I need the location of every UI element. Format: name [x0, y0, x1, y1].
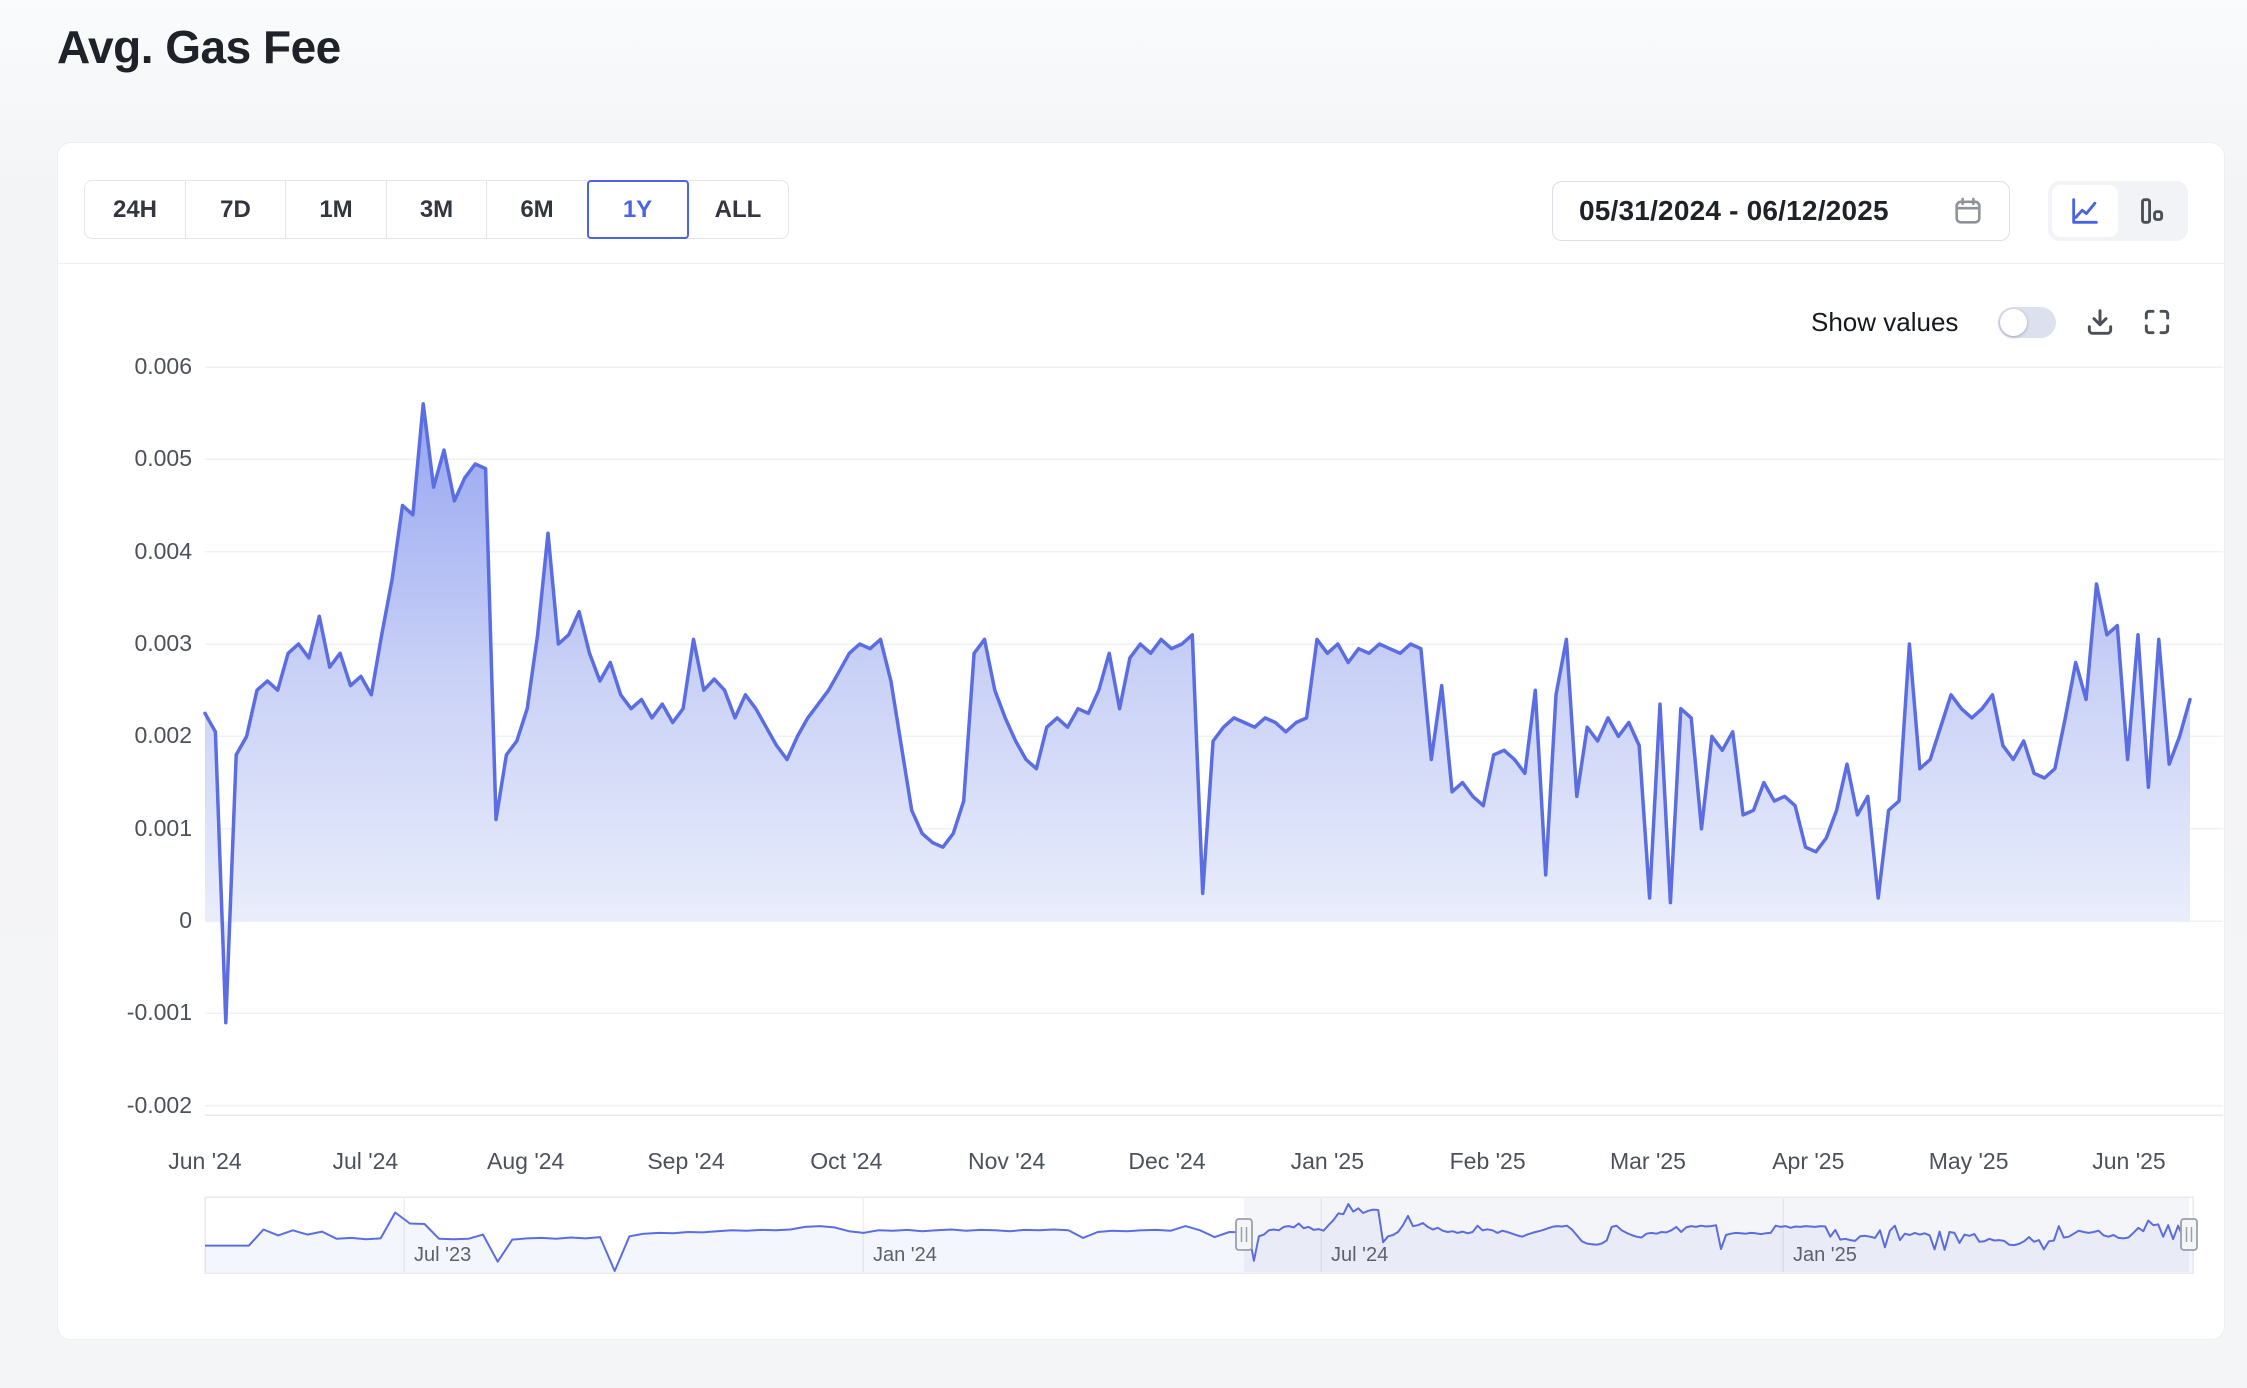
y-axis-label: 0.001 — [57, 815, 192, 842]
date-range-text: 05/31/2024 - 06/12/2025 — [1579, 195, 1889, 227]
view-mode-toggle — [2048, 181, 2188, 241]
show-values-label: Show values — [1811, 307, 1958, 338]
download-tray-icon — [2084, 306, 2116, 338]
range-button-1m[interactable]: 1M — [285, 180, 387, 239]
x-axis-label: Dec '24 — [1087, 1148, 1247, 1175]
download-button[interactable] — [2083, 305, 2117, 339]
navigator-label: Jul '24 — [1331, 1244, 1388, 1267]
line-chart-view-button[interactable] — [2052, 185, 2118, 237]
range-button-all[interactable]: ALL — [687, 180, 789, 239]
y-axis-label: -0.002 — [57, 1092, 192, 1119]
toggle-knob — [2000, 309, 2027, 336]
x-axis-label: Oct '24 — [766, 1148, 926, 1175]
y-axis-label: 0 — [57, 907, 192, 934]
date-range-picker[interactable]: 05/31/2024 - 06/12/2025 — [1552, 181, 2010, 241]
x-axis-label: Mar '25 — [1568, 1148, 1728, 1175]
navigator-label: Jan '24 — [873, 1244, 937, 1267]
x-axis-label: Nov '24 — [927, 1148, 1087, 1175]
x-axis-label: Jul '24 — [285, 1148, 445, 1175]
y-axis-label: -0.001 — [57, 999, 192, 1026]
page-title: Avg. Gas Fee — [57, 20, 341, 74]
chart-controls-row: Show values — [58, 303, 2224, 343]
gas-fee-widget: Avg. Gas Fee 24H 7D 1M 3M 6M 1Y ALL 05/3… — [0, 0, 2247, 1388]
x-axis-label: May '25 — [1889, 1148, 2049, 1175]
time-range-group: 24H 7D 1M 3M 6M 1Y ALL — [84, 180, 789, 239]
range-button-3m[interactable]: 3M — [386, 180, 488, 239]
fullscreen-button[interactable] — [2140, 305, 2174, 339]
range-button-6m[interactable]: 6M — [486, 180, 588, 239]
header-divider — [58, 263, 2224, 264]
plot-area[interactable] — [205, 340, 2223, 1115]
x-axis-label: Jun '24 — [125, 1148, 285, 1175]
x-axis-label: Sep '24 — [606, 1148, 766, 1175]
range-button-24h[interactable]: 24H — [84, 180, 186, 239]
y-axis-label: 0.002 — [57, 722, 192, 749]
calendar-icon — [1951, 194, 1985, 228]
y-axis-label: 0.003 — [57, 630, 192, 657]
bar-chart-view-button[interactable] — [2118, 185, 2184, 237]
y-axis-label: 0.004 — [57, 538, 192, 565]
x-axis-label: Jan '25 — [1247, 1148, 1407, 1175]
x-axis-label: Feb '25 — [1408, 1148, 1568, 1175]
expand-corners-icon — [2141, 306, 2173, 338]
y-axis-label: 0.006 — [57, 353, 192, 380]
y-axis-label: 0.005 — [57, 445, 192, 472]
navigator-label: Jul '23 — [414, 1244, 471, 1267]
navigator-label: Jan '25 — [1793, 1244, 1857, 1267]
x-axis-label: Aug '24 — [446, 1148, 606, 1175]
range-button-7d[interactable]: 7D — [185, 180, 287, 239]
x-axis-label: Jun '25 — [2049, 1148, 2209, 1175]
line-chart-icon — [2068, 194, 2102, 228]
x-axis-label: Apr '25 — [1728, 1148, 1888, 1175]
show-values-toggle[interactable] — [1998, 307, 2056, 338]
range-button-1y[interactable]: 1Y — [587, 180, 689, 239]
bar-chart-icon — [2134, 194, 2168, 228]
